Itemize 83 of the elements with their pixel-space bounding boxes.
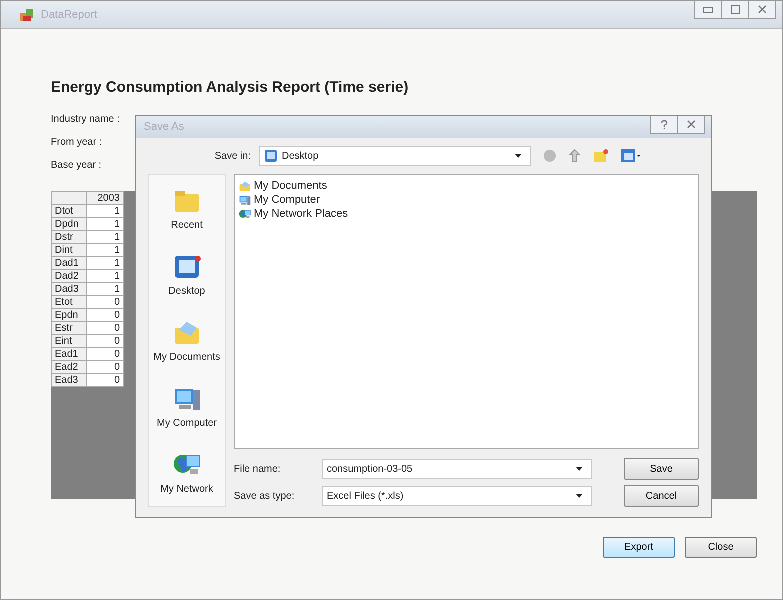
window-title: DataReport (41, 8, 98, 20)
caret-icon (576, 494, 583, 498)
row-header: Ead3 (52, 374, 86, 386)
place-label: My Computer (156, 418, 217, 430)
table-cell: 0 (86, 360, 124, 374)
file-item[interactable]: My Documents (238, 179, 695, 193)
place-item[interactable]: Recent (171, 186, 203, 231)
table-cell: 0 (86, 308, 124, 322)
field-label: From year : (51, 137, 102, 148)
row-header: Dtot (52, 204, 86, 218)
row-header: Dad2 (52, 270, 86, 282)
desktop-icon (264, 149, 278, 163)
table-cell: 0 (86, 374, 124, 386)
save-in-dropdown[interactable]: Desktop (259, 146, 531, 166)
network-icon (238, 208, 252, 220)
place-label: My Documents (154, 352, 220, 363)
dialog-title: Save As (144, 121, 186, 133)
place-item[interactable]: Desktop (168, 252, 206, 297)
file-label: My Network Places (254, 208, 348, 220)
place-item[interactable]: My Network (160, 450, 214, 496)
caret-icon (515, 154, 522, 158)
row-header: Ead2 (52, 360, 86, 374)
row-header: Dstr (52, 230, 86, 244)
table-cell: 1 (86, 218, 124, 230)
table-cell: 1 (86, 204, 124, 218)
close-button[interactable]: Close (685, 537, 757, 558)
minimize-icon (703, 6, 713, 12)
row-header: Eint (52, 334, 86, 348)
file-name-label: File name: (234, 464, 282, 474)
caret-icon (576, 467, 583, 471)
row-header: Ead1 (52, 348, 86, 360)
close-icon (686, 120, 696, 129)
close-button[interactable] (678, 116, 705, 134)
computer-icon (238, 194, 252, 206)
file-label: My Documents (254, 180, 328, 192)
maximize-icon (730, 5, 740, 14)
save-in-label: Save in: (214, 150, 251, 162)
file-label: My Computer (254, 194, 320, 206)
table-cell: 1 (86, 256, 124, 270)
minimize-button[interactable] (694, 1, 722, 19)
close-button[interactable] (749, 1, 776, 19)
header-cell (52, 192, 86, 204)
row-header: Dpdn (52, 218, 86, 230)
place-item[interactable]: My Documents (154, 318, 220, 363)
help-icon (660, 120, 668, 130)
row-header: Dad3 (52, 282, 86, 296)
table-cell: 0 (86, 322, 124, 334)
row-header: Estr (52, 322, 86, 334)
place-label: My Network (160, 484, 214, 496)
field-label: Industry name : (51, 114, 120, 125)
view-menu-icon[interactable] (621, 149, 641, 163)
table-cell: 1 (86, 282, 124, 296)
file-name-field[interactable]: consumption-03-05 (322, 459, 592, 479)
folder-icon (238, 180, 252, 192)
close-icon (758, 5, 766, 14)
export-button[interactable]: Export (603, 537, 675, 558)
save-button[interactable]: Save (624, 458, 699, 480)
place-label: Recent (171, 220, 203, 231)
table-cell: 1 (86, 244, 124, 256)
place-item[interactable]: My Computer (156, 384, 217, 430)
table-cell: 0 (86, 296, 124, 308)
maximize-button[interactable] (722, 1, 749, 19)
table-cell: 1 (86, 270, 124, 282)
field-label: Base year : (51, 160, 102, 171)
app-icon (19, 6, 35, 22)
help-button[interactable] (650, 116, 678, 134)
report-heading: Energy Consumption Analysis Report (Time serie) (51, 79, 410, 96)
place-label: Desktop (168, 286, 206, 297)
row-header: Epdn (52, 308, 86, 322)
new-folder-icon[interactable] (593, 149, 609, 163)
table-cell: 0 (86, 348, 124, 360)
file-item[interactable]: My Network Places (238, 207, 695, 221)
file-item[interactable]: My Computer (238, 193, 695, 207)
table-cell: 1 (86, 230, 124, 244)
table-cell: 0 (86, 334, 124, 348)
file-type-dropdown[interactable]: Excel Files (*.xls) (322, 486, 592, 506)
up-arrow-icon[interactable] (569, 149, 581, 163)
file-type-label: Save as type: (234, 490, 296, 502)
row-header: Dint (52, 244, 86, 256)
row-header: Dad1 (52, 256, 86, 270)
cancel-button[interactable]: Cancel (624, 485, 699, 507)
column-header: 2003 (86, 192, 124, 204)
row-header: Etot (52, 296, 86, 308)
